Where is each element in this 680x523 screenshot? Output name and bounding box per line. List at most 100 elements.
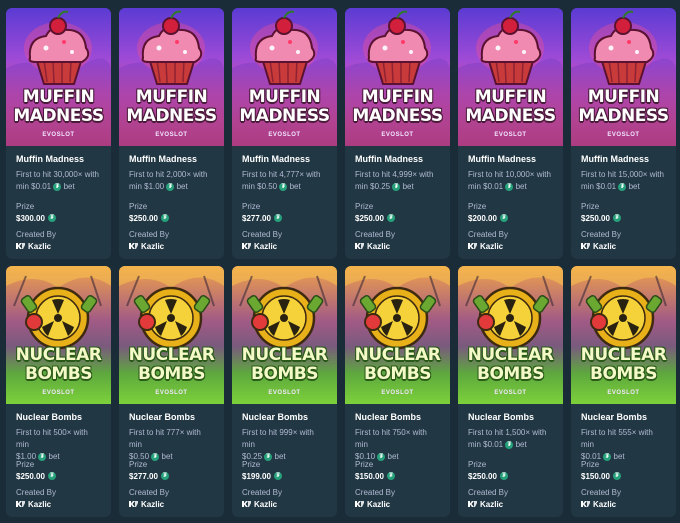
challenge-card[interactable]: MUFFIN MADNESS EVOSLOT Muffin Madness Fi…: [345, 8, 450, 259]
challenge-description: First to hit 4,777× with min $0.50 ₮ bet: [242, 170, 321, 191]
challenge-card[interactable]: MUFFIN MADNESS EVOSLOT Muffin Madness Fi…: [232, 8, 337, 259]
kazlic-logo-icon: [16, 243, 25, 249]
game-logo: MUFFIN MADNESS: [578, 87, 669, 126]
challenge-card[interactable]: MUFFIN MADNESS EVOSLOT Muffin Madness Fi…: [458, 8, 563, 259]
tether-coin-icon: ₮: [47, 472, 56, 480]
game-name[interactable]: Muffin Madness: [242, 154, 327, 169]
challenge-card[interactable]: NUCLEAR BOMBS EVOSLOT Nuclear Bombs Firs…: [571, 266, 676, 517]
tether-coin-icon: ₮: [377, 452, 386, 461]
game-thumbnail[interactable]: MUFFIN MADNESS EVOSLOT: [458, 8, 563, 146]
creator[interactable]: Kazlic: [242, 498, 327, 510]
card-info: Muffin Madness First to hit 4,777× with …: [232, 146, 337, 252]
game-name[interactable]: Nuclear Bombs: [581, 412, 666, 427]
game-name[interactable]: Nuclear Bombs: [468, 412, 553, 427]
prize-value: $150.00 ₮: [355, 470, 440, 482]
creator[interactable]: Kazlic: [581, 498, 666, 510]
challenge-card[interactable]: MUFFIN MADNESS EVOSLOT Muffin Madness Fi…: [6, 8, 111, 259]
game-thumbnail[interactable]: NUCLEAR BOMBS EVOSLOT: [345, 266, 450, 404]
game-name[interactable]: Muffin Madness: [468, 154, 553, 169]
tether-coin-icon: ₮: [279, 182, 288, 191]
game-name[interactable]: Nuclear Bombs: [242, 412, 327, 427]
created-by-label: Created By: [242, 488, 283, 497]
challenge-description: First to hit 500× with min $1.00 ₮ bet: [16, 428, 88, 461]
studio-logo: EVOSLOT: [42, 390, 75, 396]
prize-value: $250.00 ₮: [581, 212, 666, 224]
tether-coin-icon: ₮: [386, 214, 395, 222]
created-by-label: Created By: [468, 230, 509, 239]
game-name[interactable]: Muffin Madness: [129, 154, 214, 169]
game-name[interactable]: Nuclear Bombs: [16, 412, 101, 427]
tether-coin-icon: ₮: [151, 452, 160, 461]
creator[interactable]: Kazlic: [129, 240, 214, 252]
game-logo: NUCLEAR BOMBS: [354, 345, 441, 384]
challenge-card[interactable]: MUFFIN MADNESS EVOSLOT Muffin Madness Fi…: [119, 8, 224, 259]
game-thumbnail[interactable]: MUFFIN MADNESS EVOSLOT: [6, 8, 111, 146]
challenge-description: First to hit 750× with min $0.10 ₮ bet: [355, 428, 427, 461]
prize-value: $277.00 ₮: [242, 212, 327, 224]
game-logo: NUCLEAR BOMBS: [467, 345, 554, 384]
creator[interactable]: Kazlic: [355, 498, 440, 510]
creator[interactable]: Kazlic: [355, 240, 440, 252]
tether-coin-icon: ₮: [612, 472, 621, 480]
creator[interactable]: Kazlic: [581, 240, 666, 252]
kazlic-logo-icon: [355, 501, 364, 507]
tether-coin-icon: ₮: [264, 452, 273, 461]
challenge-card[interactable]: MUFFIN MADNESS EVOSLOT Muffin Madness Fi…: [571, 8, 676, 259]
challenge-card[interactable]: NUCLEAR BOMBS EVOSLOT Nuclear Bombs Firs…: [232, 266, 337, 517]
kazlic-logo-icon: [355, 243, 364, 249]
creator[interactable]: Kazlic: [129, 498, 214, 510]
card-info: Muffin Madness First to hit 10,000× with…: [458, 146, 563, 252]
kazlic-logo-icon: [581, 243, 590, 249]
game-name[interactable]: Nuclear Bombs: [129, 412, 214, 427]
challenge-description: First to hit 10,000× with min $0.01 ₮ be…: [468, 170, 551, 191]
game-logo: NUCLEAR BOMBS: [128, 345, 215, 384]
game-thumbnail[interactable]: NUCLEAR BOMBS EVOSLOT: [6, 266, 111, 404]
created-by-label: Created By: [16, 488, 57, 497]
challenge-card[interactable]: NUCLEAR BOMBS EVOSLOT Nuclear Bombs Firs…: [345, 266, 450, 517]
creator[interactable]: Kazlic: [468, 498, 553, 510]
created-by-label: Created By: [468, 488, 509, 497]
studio-logo: EVOSLOT: [268, 132, 301, 138]
card-info: Nuclear Bombs First to hit 1,500× with m…: [458, 404, 563, 510]
game-logo: MUFFIN MADNESS: [465, 87, 556, 126]
game-thumbnail[interactable]: MUFFIN MADNESS EVOSLOT: [571, 8, 676, 146]
game-name[interactable]: Muffin Madness: [581, 154, 666, 169]
prize-label: Prize: [129, 202, 148, 211]
challenge-card[interactable]: NUCLEAR BOMBS EVOSLOT Nuclear Bombs Firs…: [119, 266, 224, 517]
tether-coin-icon: ₮: [392, 182, 401, 191]
creator[interactable]: Kazlic: [468, 240, 553, 252]
prize-value: $300.00 ₮: [16, 212, 101, 224]
created-by-label: Created By: [129, 488, 170, 497]
game-logo: MUFFIN MADNESS: [126, 87, 217, 126]
game-name[interactable]: Muffin Madness: [355, 154, 440, 169]
card-info: Muffin Madness First to hit 2,000× with …: [119, 146, 224, 252]
game-thumbnail[interactable]: NUCLEAR BOMBS EVOSLOT: [458, 266, 563, 404]
challenge-card[interactable]: NUCLEAR BOMBS EVOSLOT Nuclear Bombs Firs…: [458, 266, 563, 517]
challenge-description: First to hit 999× with min $0.25 ₮ bet: [242, 428, 314, 461]
card-info: Muffin Madness First to hit 4,999× with …: [345, 146, 450, 252]
game-logo: NUCLEAR BOMBS: [15, 345, 102, 384]
game-name[interactable]: Nuclear Bombs: [355, 412, 440, 427]
game-thumbnail[interactable]: NUCLEAR BOMBS EVOSLOT: [119, 266, 224, 404]
kazlic-logo-icon: [129, 243, 138, 249]
game-thumbnail[interactable]: MUFFIN MADNESS EVOSLOT: [345, 8, 450, 146]
game-thumbnail[interactable]: NUCLEAR BOMBS EVOSLOT: [571, 266, 676, 404]
created-by-label: Created By: [129, 230, 170, 239]
game-thumbnail[interactable]: MUFFIN MADNESS EVOSLOT: [232, 8, 337, 146]
game-thumbnail[interactable]: NUCLEAR BOMBS EVOSLOT: [232, 266, 337, 404]
studio-logo: EVOSLOT: [155, 390, 188, 396]
tether-coin-icon: ₮: [612, 214, 621, 222]
tether-coin-icon: ₮: [603, 452, 612, 461]
challenge-description: First to hit 777× with min $0.50 ₮ bet: [129, 428, 201, 461]
creator[interactable]: Kazlic: [16, 240, 101, 252]
prize-value: $200.00 ₮: [468, 212, 553, 224]
challenge-card[interactable]: NUCLEAR BOMBS EVOSLOT Nuclear Bombs Firs…: [6, 266, 111, 517]
game-name[interactable]: Muffin Madness: [16, 154, 101, 169]
creator[interactable]: Kazlic: [16, 498, 101, 510]
studio-logo: EVOSLOT: [494, 132, 527, 138]
creator[interactable]: Kazlic: [242, 240, 327, 252]
kazlic-logo-icon: [242, 243, 251, 249]
tether-coin-icon: ₮: [166, 182, 175, 191]
game-thumbnail[interactable]: MUFFIN MADNESS EVOSLOT: [119, 8, 224, 146]
studio-logo: EVOSLOT: [381, 132, 414, 138]
